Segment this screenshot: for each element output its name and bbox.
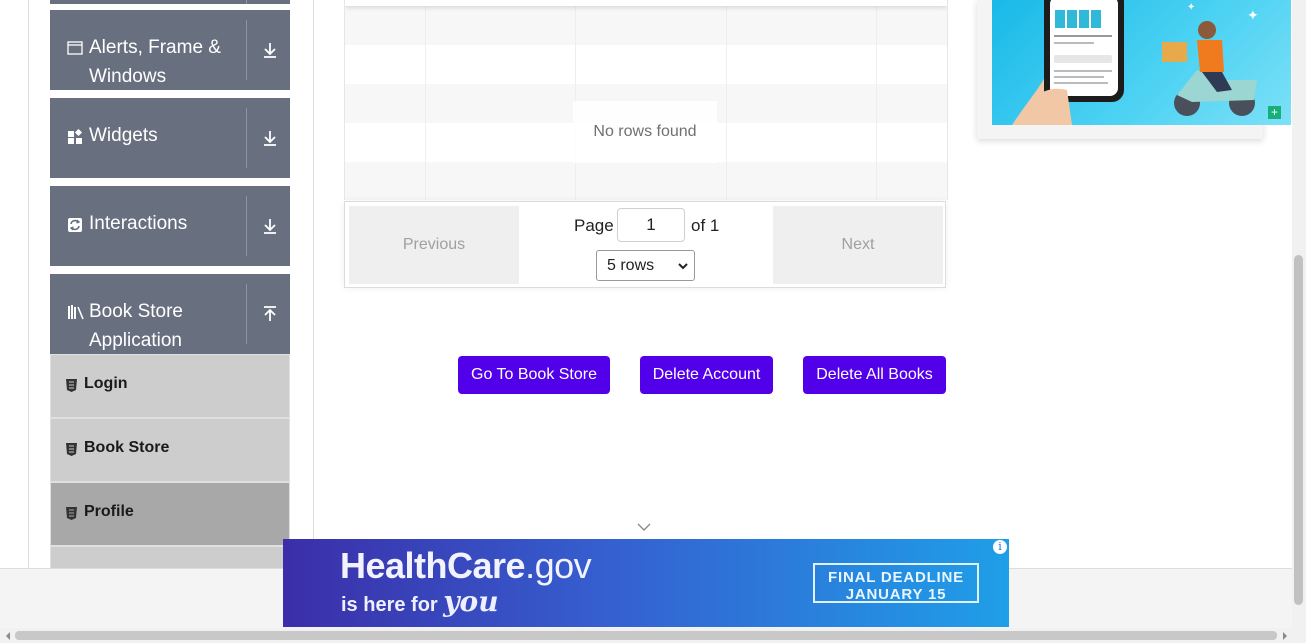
- previous-button[interactable]: Previous: [349, 206, 519, 284]
- sidebar-item-label: Profile: [84, 503, 134, 520]
- banner-tagline-prefix: is here for: [341, 594, 438, 616]
- group-separator: [246, 284, 247, 344]
- rows-per-page-value: 5 rows: [607, 257, 655, 274]
- chevron-down-icon[interactable]: [637, 522, 651, 532]
- delete-all-books-button[interactable]: Delete All Books: [803, 356, 946, 394]
- horizontal-scroll-thumb[interactable]: [15, 631, 1277, 640]
- books-icon: [68, 305, 84, 320]
- table-header-edge: [345, 0, 947, 6]
- banner-brand-suffix: .gov: [525, 545, 592, 586]
- html5-icon: [66, 507, 77, 520]
- sidebar-group-alerts[interactable]: Alerts, Frame & Windows: [50, 10, 290, 90]
- page-number-input[interactable]: 1: [617, 208, 685, 242]
- page-total: of 1: [691, 216, 720, 235]
- banner-brand-name: HealthCare: [340, 545, 526, 586]
- vertical-scroll-thumb[interactable]: [1294, 255, 1303, 605]
- group-separator: [246, 108, 247, 168]
- label-line-2: Application: [89, 330, 182, 351]
- left-rule: [28, 0, 29, 568]
- sidebar-group-label: Book Store Application: [89, 297, 259, 355]
- group-separator: [246, 196, 247, 256]
- deadline-line-1: FINAL DEADLINE: [828, 569, 964, 586]
- sidebar-group-interactions[interactable]: Interactions: [50, 186, 290, 266]
- no-rows-message: No rows found: [573, 101, 717, 163]
- delete-account-button[interactable]: Delete Account: [640, 356, 773, 394]
- html5-icon: [66, 379, 77, 392]
- window-icon: [67, 41, 83, 55]
- label-line-1: Book Store: [89, 301, 183, 322]
- sidebar-rule: [313, 0, 314, 568]
- column-divider: [876, 0, 877, 200]
- upload-icon[interactable]: [260, 304, 280, 324]
- next-button[interactable]: Next: [773, 206, 943, 284]
- download-icon[interactable]: [260, 40, 280, 60]
- rows-per-page-select[interactable]: 5 rows: [596, 250, 695, 281]
- banner-deadline-box: FINAL DEADLINE JANUARY 15: [813, 563, 979, 603]
- info-icon[interactable]: i: [993, 540, 1007, 554]
- sidebar-group-bookstore[interactable]: Book Store Application: [50, 274, 290, 354]
- svg-text:✦: ✦: [1187, 2, 1195, 13]
- scroll-right-icon[interactable]: [1281, 632, 1289, 640]
- sidebar-item-next[interactable]: [50, 546, 290, 569]
- column-divider: [575, 0, 576, 200]
- ad-illustration: ✦ ✦: [1012, 0, 1259, 125]
- go-to-book-store-button[interactable]: Go To Book Store: [458, 356, 610, 394]
- sidebar-group-widgets[interactable]: Widgets: [50, 98, 290, 178]
- sidebar-group-label: Interactions: [89, 213, 188, 234]
- scroll-left-icon[interactable]: [4, 632, 12, 640]
- sidebar-item-label: Login: [84, 375, 128, 392]
- ad-choices-badge[interactable]: +: [1268, 106, 1281, 119]
- svg-text:✦: ✦: [1247, 8, 1259, 24]
- table-row: [345, 45, 947, 84]
- chevron-down-icon: [678, 263, 688, 270]
- banner-tagline-you: you: [443, 585, 499, 618]
- sidebar-group-label: Alerts, Frame & Windows: [89, 33, 259, 91]
- column-divider: [726, 0, 727, 200]
- download-icon[interactable]: [260, 216, 280, 236]
- page-label: Page: [574, 216, 614, 235]
- group-separator: [246, 20, 247, 80]
- widgets-icon: [68, 129, 83, 144]
- sidebar-item-login[interactable]: Login: [50, 354, 290, 418]
- sidebar-item-label: Book Store: [84, 439, 170, 456]
- table-row: [345, 6, 947, 45]
- label-line-1: Alerts, Frame &: [89, 37, 221, 58]
- html5-icon: [66, 443, 77, 456]
- sidebar-item-book-store[interactable]: Book Store: [50, 418, 290, 482]
- ad-image[interactable]: ✦ ✦: [992, 0, 1291, 125]
- column-divider: [425, 0, 426, 200]
- sidebar-group-label: Widgets: [89, 125, 158, 146]
- books-table: [344, 0, 948, 200]
- sidebar-group-previous[interactable]: [50, 0, 290, 4]
- deadline-line-2: JANUARY 15: [845, 586, 947, 603]
- banner-brand: HealthCare.gov: [340, 545, 592, 587]
- table-row: [345, 162, 947, 200]
- group-separator: [246, 0, 247, 4]
- pagination-bar: Previous Page 1 of 1 5 rows Next: [344, 201, 946, 288]
- banner-tagline: is here for you: [341, 585, 499, 618]
- download-icon[interactable]: [260, 128, 280, 148]
- sidebar-item-profile[interactable]: Profile: [50, 482, 290, 546]
- interactions-icon: [68, 218, 82, 232]
- label-line-2: Windows: [89, 66, 167, 87]
- healthcare-banner-ad[interactable]: HealthCare.gov is here for you FINAL DEA…: [283, 539, 1009, 627]
